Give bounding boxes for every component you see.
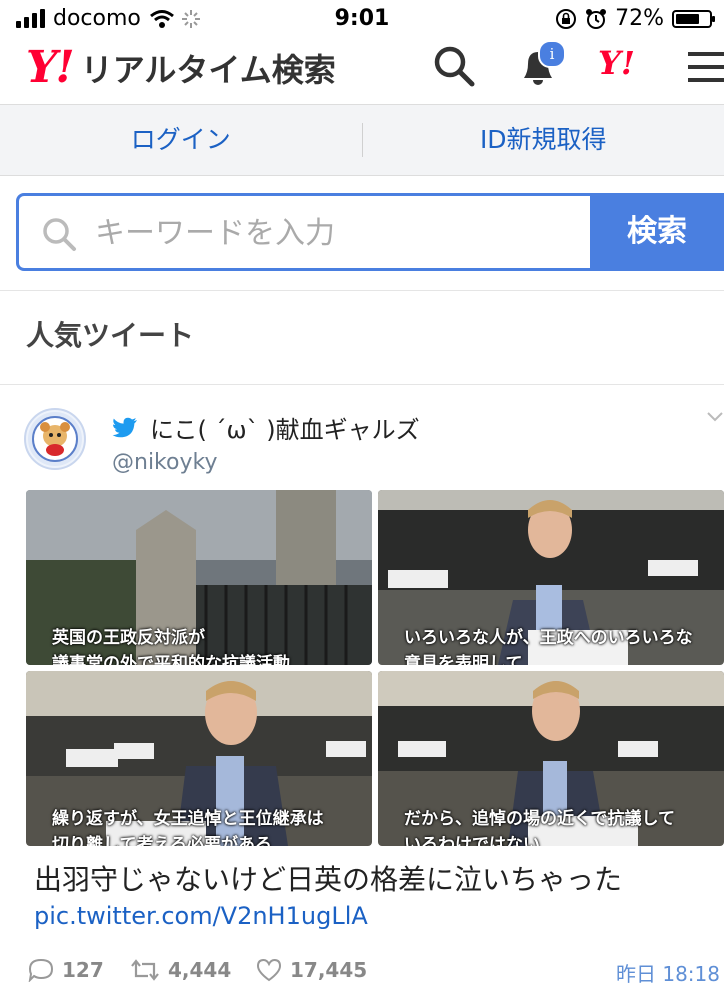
tweet-date[interactable]: 昨日 18:18 — [616, 958, 720, 987]
avatar-image — [28, 412, 82, 466]
search-icon[interactable] — [432, 44, 476, 88]
search-bar: 検索 — [16, 193, 724, 271]
menu-icon[interactable] — [688, 50, 724, 84]
battery-icon — [672, 9, 715, 28]
divider — [0, 290, 724, 291]
account-bar: ログイン ID新規取得 — [0, 105, 724, 176]
chevron-down-icon[interactable] — [706, 410, 724, 424]
search-field-icon — [43, 218, 76, 251]
tweet-link[interactable]: pic.twitter.com/V2nH1ugLlA — [34, 902, 368, 930]
notification-badge: i — [538, 40, 566, 68]
like-icon — [256, 958, 282, 982]
reply-count: 127 — [62, 958, 104, 982]
yahoo-logo: Y! — [26, 42, 75, 93]
image-caption: 繰り返すが、女王追悼と王位継承は 切り離して考える必要がある — [52, 809, 324, 846]
image-caption: 英国の王政反対派が 議事堂の外で平和的な抗議活動 — [52, 628, 290, 665]
tweet-handle[interactable]: @nikoyky — [112, 450, 217, 475]
retweet-icon — [131, 959, 159, 981]
yahoo-top-link[interactable]: Y! — [598, 44, 635, 82]
app-header: Y! リアルタイム検索 i Y! — [0, 36, 724, 105]
notification-button[interactable]: i — [516, 40, 566, 90]
tweet-author-name: にこ( ´ω` )献血ギャルズ — [150, 416, 420, 444]
status-bar: docomo 9:01 72% — [0, 0, 724, 40]
avatar[interactable] — [24, 408, 86, 470]
divider — [0, 384, 724, 385]
reply-icon — [28, 958, 54, 982]
alarm-icon — [586, 8, 607, 29]
image-caption: だから、追悼の場の近くで抗議して いるわけではない — [404, 809, 675, 846]
image-caption: いろいろな人が、王政へのいろいろな 意見を表明して — [404, 628, 693, 665]
search-button[interactable]: 検索 — [590, 193, 724, 271]
tweet-author[interactable]: にこ( ´ω` )献血ギャルズ — [112, 410, 420, 445]
twitter-bird-icon — [112, 417, 137, 437]
service-name: リアルタイム検索 — [80, 50, 336, 89]
rotation-lock-icon — [556, 8, 577, 29]
tweet-image[interactable]: いろいろな人が、王政へのいろいろな 意見を表明して — [378, 490, 724, 665]
retweet-count: 4,444 — [168, 958, 232, 982]
tweet-actions: 127 4,444 17,445 昨日 18:18 — [26, 958, 724, 988]
reply-button[interactable]: 127 — [28, 958, 104, 982]
section-title: 人気ツイート — [26, 319, 195, 352]
search-input[interactable] — [93, 210, 577, 256]
tweet-image[interactable]: 英国の王政反対派が 議事堂の外で平和的な抗議活動 — [26, 490, 372, 665]
like-button[interactable]: 17,445 — [256, 958, 367, 982]
tweet-image[interactable]: だから、追悼の場の近くで抗議して いるわけではない — [378, 671, 724, 846]
login-link[interactable]: ログイン — [0, 105, 362, 175]
battery-fill — [676, 13, 700, 24]
site-logo[interactable]: Y! リアルタイム検索 — [26, 42, 336, 93]
battery-percent: 72% — [615, 6, 664, 31]
status-right: 72% — [555, 6, 715, 31]
like-count: 17,445 — [290, 958, 368, 982]
search-box — [16, 193, 590, 271]
retweet-button[interactable]: 4,444 — [130, 958, 231, 982]
register-link[interactable]: ID新規取得 — [363, 105, 724, 175]
tweet-image[interactable]: 繰り返すが、女王追悼と王位継承は 切り離して考える必要がある — [26, 671, 372, 846]
tweet-media-grid: 英国の王政反対派が 議事堂の外で平和的な抗議活動 いろいろな人が、王政へのいろい… — [26, 490, 724, 846]
tweet-text: 出羽守じゃないけど日英の格差に泣いちゃった — [34, 863, 623, 896]
